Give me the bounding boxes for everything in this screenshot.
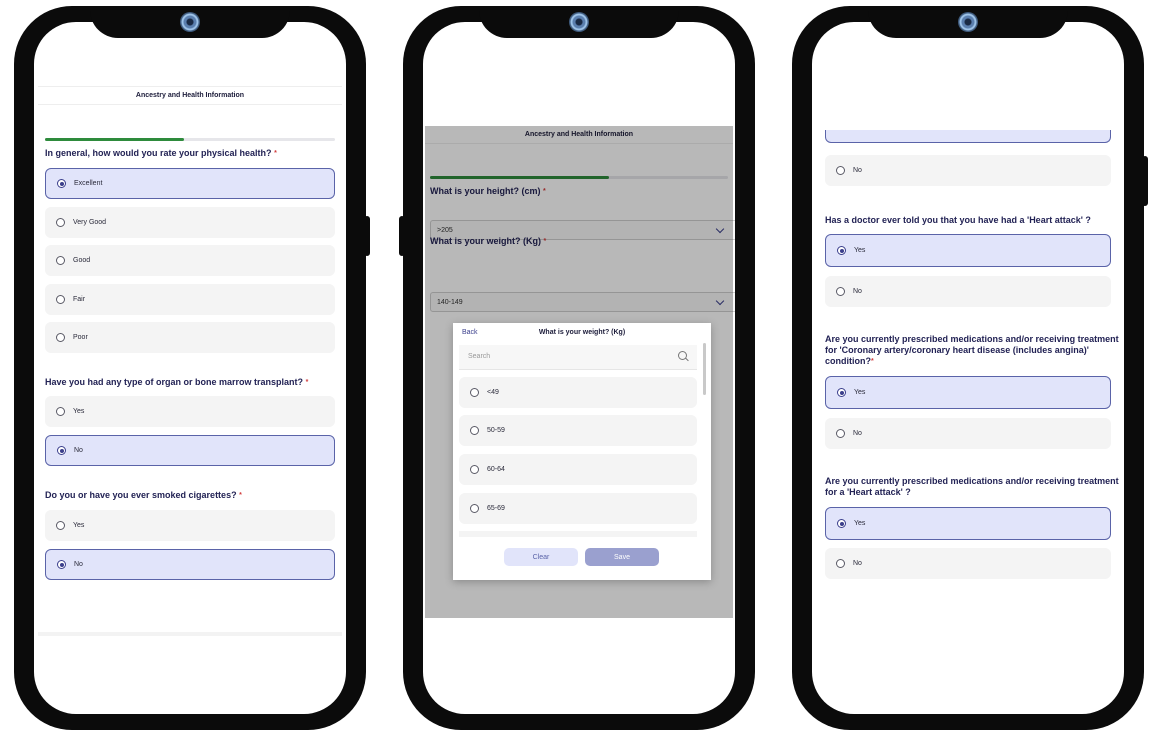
phone-frame-3: No Has a doctor ever told you that you h…: [792, 6, 1148, 730]
radio-icon: [470, 388, 479, 397]
clear-button[interactable]: Clear: [504, 548, 578, 566]
weight-option-partial: [459, 531, 697, 537]
side-button: [364, 216, 370, 256]
page-header: Ancestry and Health Information: [38, 86, 342, 105]
option-coronary-no[interactable]: No: [825, 418, 1111, 449]
radio-icon: [836, 287, 845, 296]
embedded-view: Ancestry and Health Information What is …: [425, 126, 735, 618]
radio-selected-icon: [57, 446, 66, 455]
save-button[interactable]: Save: [585, 548, 659, 566]
option-heart-attack-yes[interactable]: Yes: [825, 234, 1111, 267]
option-smoked-no[interactable]: No: [45, 549, 335, 580]
screen-2: Ancestry and Health Information What is …: [423, 22, 735, 714]
camera-icon: [180, 12, 200, 32]
footer-divider: [38, 632, 342, 636]
option-poor[interactable]: Poor: [45, 322, 335, 353]
option-very-good[interactable]: Very Good: [45, 207, 335, 238]
weight-option[interactable]: 60-64: [459, 454, 697, 485]
question-heart-attack: Has a doctor ever told you that you have…: [825, 215, 1091, 225]
previous-selected-option[interactable]: [825, 130, 1111, 143]
weight-option[interactable]: 50-59: [459, 415, 697, 446]
radio-icon: [56, 407, 65, 416]
side-button: [1142, 156, 1148, 206]
option-medication-yes[interactable]: Yes: [825, 507, 1111, 540]
screen-3: No Has a doctor ever told you that you h…: [812, 22, 1124, 714]
question-physical-health: In general, how would you rate your phys…: [45, 148, 277, 158]
option-heart-attack-no[interactable]: No: [825, 276, 1111, 307]
question-coronary-medication: Are you currently prescribed medications…: [825, 334, 1119, 366]
camera-icon: [569, 12, 589, 32]
radio-icon: [56, 295, 65, 304]
search-input[interactable]: Search: [468, 353, 490, 360]
radio-icon: [470, 426, 479, 435]
search-icon-handle: [685, 357, 689, 362]
radio-icon: [56, 256, 65, 265]
radio-icon: [56, 218, 65, 227]
phone-frame-2: Ancestry and Health Information What is …: [399, 6, 755, 730]
radio-icon: [56, 521, 65, 530]
side-button: [399, 216, 405, 256]
option-transplant-yes[interactable]: Yes: [45, 396, 335, 427]
screen-1: Ancestry and Health Information In gener…: [34, 22, 346, 714]
option-excellent[interactable]: Excellent: [45, 168, 335, 199]
progress-fill: [45, 138, 185, 141]
radio-icon: [836, 166, 845, 175]
weight-option[interactable]: <49: [459, 377, 697, 408]
option-smoked-yes[interactable]: Yes: [45, 510, 335, 541]
modal-title: What is your weight? (Kg): [538, 329, 626, 336]
radio-icon: [470, 465, 479, 474]
weight-option[interactable]: 65-69: [459, 493, 697, 524]
option-good[interactable]: Good: [45, 245, 335, 276]
radio-icon: [836, 429, 845, 438]
camera-icon: [958, 12, 978, 32]
weight-picker-modal: Back What is your weight? (Kg) Search <4…: [453, 323, 711, 580]
phone-frame-1: Ancestry and Health Information In gener…: [14, 6, 370, 730]
radio-selected-icon: [837, 246, 846, 255]
option-medication-no[interactable]: No: [825, 548, 1111, 579]
question-transplant: Have you had any type of organ or bone m…: [45, 377, 309, 387]
radio-selected-icon: [57, 560, 66, 569]
progress-bar: [45, 138, 335, 141]
option-no[interactable]: No: [825, 155, 1111, 186]
question-heart-attack-medication: Are you currently prescribed medications…: [825, 476, 1119, 497]
radio-selected-icon: [57, 179, 66, 188]
radio-selected-icon: [837, 388, 846, 397]
radio-icon: [470, 504, 479, 513]
search-box[interactable]: Search: [459, 345, 697, 370]
scrollbar[interactable]: [703, 343, 706, 395]
radio-icon: [836, 559, 845, 568]
option-fair[interactable]: Fair: [45, 284, 335, 315]
radio-selected-icon: [837, 519, 846, 528]
option-coronary-yes[interactable]: Yes: [825, 376, 1111, 409]
option-transplant-no[interactable]: No: [45, 435, 335, 466]
radio-icon: [56, 333, 65, 342]
question-smoked: Do you or have you ever smoked cigarette…: [45, 490, 242, 500]
